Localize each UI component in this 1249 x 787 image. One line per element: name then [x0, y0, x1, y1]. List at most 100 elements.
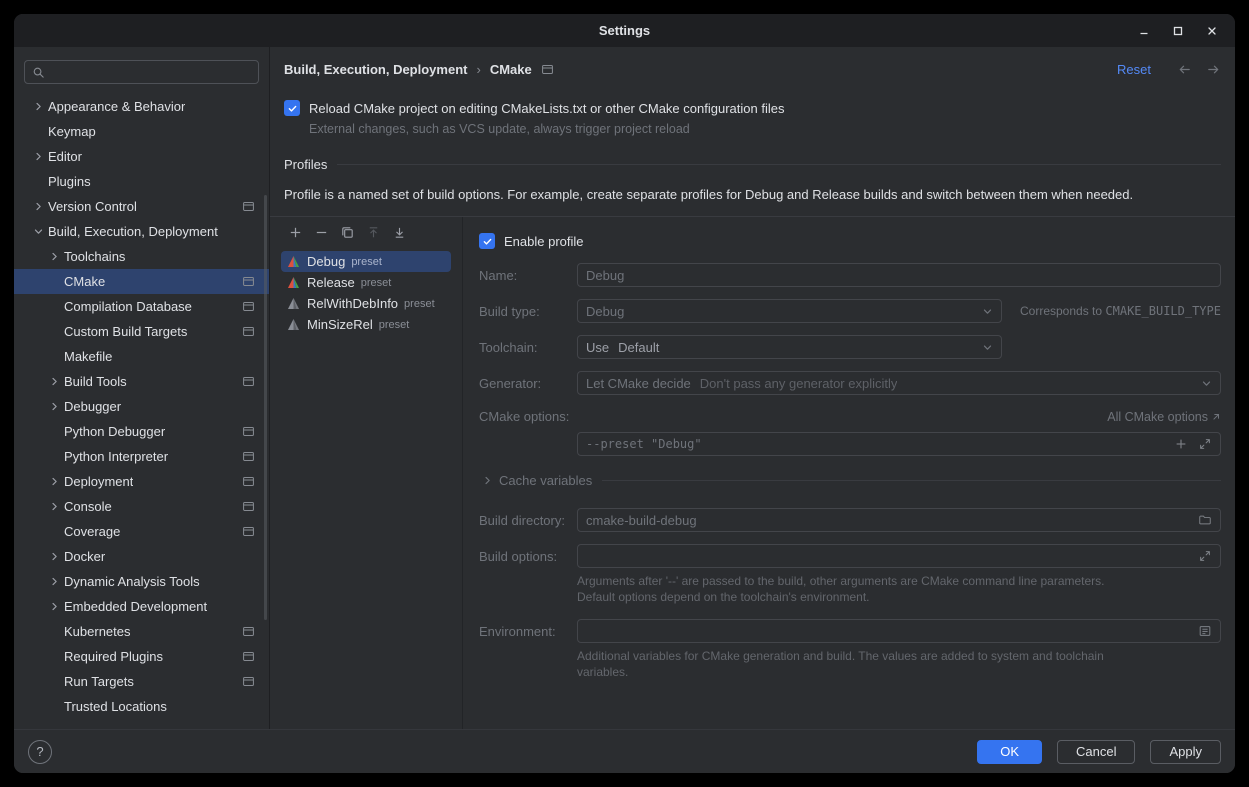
- ok-button[interactable]: OK: [977, 740, 1042, 764]
- chevron-right-icon[interactable]: [46, 499, 62, 515]
- environment-variables-icon[interactable]: [1198, 624, 1212, 638]
- sidebar-item-required-plugins[interactable]: Required Plugins: [14, 644, 269, 669]
- environment-input[interactable]: [577, 619, 1221, 643]
- sidebar-item-dynamic-analysis-tools[interactable]: Dynamic Analysis Tools: [14, 569, 269, 594]
- sidebar-item-custom-build-targets[interactable]: Custom Build Targets: [14, 319, 269, 344]
- sidebar-item-embedded-development[interactable]: Embedded Development: [14, 594, 269, 619]
- help-button[interactable]: ?: [28, 740, 52, 764]
- chevron-right-icon[interactable]: [30, 199, 46, 215]
- build-type-select[interactable]: Debug: [577, 299, 1002, 323]
- sidebar-item-cmake[interactable]: CMake: [14, 269, 269, 294]
- generator-hint: Don't pass any generator explicitly: [700, 376, 898, 391]
- chevron-right-icon[interactable]: [46, 474, 62, 490]
- reload-cmake-checkbox[interactable]: [284, 100, 300, 116]
- sidebar-item-appearance-behavior[interactable]: Appearance & Behavior: [14, 94, 269, 119]
- chevron-right-icon[interactable]: [30, 99, 46, 115]
- profile-item-debug[interactable]: Debug preset: [281, 251, 451, 272]
- search-input[interactable]: [51, 65, 251, 80]
- minimize-button[interactable]: [1135, 22, 1153, 40]
- close-button[interactable]: [1203, 22, 1221, 40]
- chevron-right-icon[interactable]: [479, 472, 495, 488]
- sidebar-item-run-targets[interactable]: Run Targets: [14, 669, 269, 694]
- project-marker-icon: [242, 500, 255, 513]
- sidebar-item-deployment[interactable]: Deployment: [14, 469, 269, 494]
- sidebar-item-makefile[interactable]: Makefile: [14, 344, 269, 369]
- folder-icon[interactable]: [1198, 513, 1212, 527]
- expand-editor-icon[interactable]: [1198, 549, 1212, 563]
- sidebar-item-keymap[interactable]: Keymap: [14, 119, 269, 144]
- chevron-right-icon[interactable]: [46, 574, 62, 590]
- generator-select[interactable]: Let CMake decide Don't pass any generato…: [577, 371, 1221, 395]
- expand-editor-icon[interactable]: [1198, 437, 1212, 451]
- sidebar-item-coverage[interactable]: Coverage: [14, 519, 269, 544]
- breadcrumb-item[interactable]: CMake: [490, 62, 532, 77]
- remove-profile-button[interactable]: [313, 224, 329, 240]
- sidebar-item-debugger[interactable]: Debugger: [14, 394, 269, 419]
- sidebar-item-kubernetes[interactable]: Kubernetes: [14, 619, 269, 644]
- profile-item-relwithdebinfo[interactable]: RelWithDebInfo preset: [281, 293, 451, 314]
- build-type-label: Build type:: [479, 304, 577, 319]
- build-directory-input[interactable]: cmake-build-debug: [577, 508, 1221, 532]
- reset-link[interactable]: Reset: [1117, 62, 1151, 77]
- cache-variables-section[interactable]: Cache variables: [479, 472, 1221, 488]
- copy-profile-button[interactable]: [339, 224, 355, 240]
- profile-form: Enable profile Name: Debug Build type: D…: [463, 217, 1235, 729]
- sidebar-item-toolchains[interactable]: Toolchains: [14, 244, 269, 269]
- chevron-right-icon[interactable]: [46, 374, 62, 390]
- profile-item-minsizerel[interactable]: MinSizeRel preset: [281, 314, 451, 335]
- back-arrow-icon[interactable]: [1177, 62, 1192, 77]
- sidebar-item-version-control[interactable]: Version Control: [14, 194, 269, 219]
- enable-profile-checkbox[interactable]: [479, 233, 495, 249]
- profile-item-release[interactable]: Release preset: [281, 272, 451, 293]
- chevron-right-icon[interactable]: [46, 549, 62, 565]
- sidebar-item-build-tools[interactable]: Build Tools: [14, 369, 269, 394]
- cmake-options-input[interactable]: --preset "Debug": [577, 432, 1221, 456]
- move-down-button[interactable]: [391, 224, 407, 240]
- sidebar-item-python-interpreter[interactable]: Python Interpreter: [14, 444, 269, 469]
- name-input[interactable]: Debug: [577, 263, 1221, 287]
- apply-button[interactable]: Apply: [1150, 740, 1221, 764]
- chevron-right-icon[interactable]: [46, 399, 62, 415]
- sidebar-item-label: Plugins: [48, 174, 91, 189]
- check-icon: [287, 103, 298, 114]
- chevron-spacer: [46, 349, 62, 365]
- forward-arrow-icon[interactable]: [1206, 62, 1221, 77]
- sidebar-item-plugins[interactable]: Plugins: [14, 169, 269, 194]
- sidebar-item-console[interactable]: Console: [14, 494, 269, 519]
- cmake-logo-gray-icon: [287, 297, 300, 310]
- sidebar-scrollbar[interactable]: [264, 195, 267, 620]
- search-icon: [32, 66, 45, 79]
- sidebar-item-python-debugger[interactable]: Python Debugger: [14, 419, 269, 444]
- dialog-footer: ? OK Cancel Apply: [14, 729, 1235, 773]
- chevron-down-icon[interactable]: [30, 224, 46, 240]
- sidebar-item-label: CMake: [64, 274, 105, 289]
- toolchain-select[interactable]: Use Default: [577, 335, 1002, 359]
- add-option-icon[interactable]: [1174, 437, 1188, 451]
- build-options-input[interactable]: [577, 544, 1221, 568]
- breadcrumb-item[interactable]: Build, Execution, Deployment: [284, 62, 467, 77]
- all-cmake-options-link[interactable]: All CMake options: [1107, 410, 1221, 424]
- build-directory-value: cmake-build-debug: [586, 513, 697, 528]
- sidebar-item-trusted-locations[interactable]: Trusted Locations: [14, 694, 269, 719]
- project-marker-icon: [242, 325, 255, 338]
- chevron-right-icon[interactable]: [30, 149, 46, 165]
- move-up-button[interactable]: [365, 224, 381, 240]
- sidebar-item-editor[interactable]: Editor: [14, 144, 269, 169]
- sidebar-item-docker[interactable]: Docker: [14, 544, 269, 569]
- cancel-button[interactable]: Cancel: [1057, 740, 1135, 764]
- project-marker-icon: [242, 475, 255, 488]
- enable-profile-row: Enable profile: [479, 233, 1221, 249]
- chevron-right-icon[interactable]: [46, 599, 62, 615]
- chevron-down-icon: [982, 306, 993, 317]
- sidebar-item-build-execution-deployment[interactable]: Build, Execution, Deployment: [14, 219, 269, 244]
- settings-search[interactable]: [24, 60, 259, 84]
- sidebar-item-label: Coverage: [64, 524, 120, 539]
- project-marker-icon: [242, 675, 255, 688]
- sidebar-item-compilation-database[interactable]: Compilation Database: [14, 294, 269, 319]
- add-profile-button[interactable]: [287, 224, 303, 240]
- chevron-spacer: [46, 624, 62, 640]
- maximize-button[interactable]: [1169, 22, 1187, 40]
- chevron-right-icon[interactable]: [46, 249, 62, 265]
- chevron-spacer: [46, 299, 62, 315]
- sidebar-item-label: Version Control: [48, 199, 137, 214]
